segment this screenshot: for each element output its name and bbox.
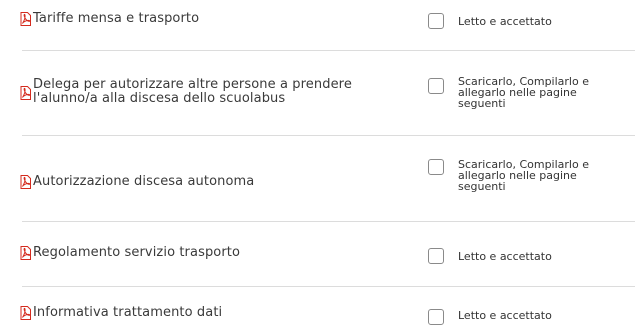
download-checkbox[interactable]: [428, 78, 444, 94]
document-title: Regolamento servizio trasporto: [33, 245, 241, 260]
divider: [22, 135, 635, 136]
checkbox-label: Letto e accettato: [458, 250, 552, 263]
document-title: Autorizzazione discesa autonoma: [33, 174, 255, 189]
document-link-autorizzazione[interactable]: Autorizzazione discesa autonoma: [20, 175, 254, 189]
document-title: Delega per autorizzare altre persone a p…: [33, 77, 352, 106]
download-checkbox[interactable]: [428, 159, 444, 175]
document-link-tariffe[interactable]: Tariffe mensa e trasporto: [20, 12, 199, 26]
pdf-icon: [20, 306, 31, 320]
checkbox-label: Scaricarlo, Compilarlo e allegarlo nelle…: [458, 75, 589, 110]
document-link-informativa[interactable]: Informativa trattamento dati: [20, 306, 222, 320]
download-control: Scaricarlo, Compilarlo e allegarlo nelle…: [428, 159, 606, 192]
acceptance-control: Letto e accettato: [428, 248, 552, 264]
divider: [22, 50, 635, 51]
pdf-icon: [20, 12, 31, 26]
document-link-delega[interactable]: Delega per autorizzare altre persone a p…: [20, 78, 410, 106]
divider: [22, 221, 635, 222]
accept-checkbox[interactable]: [428, 13, 444, 29]
checkbox-label: Letto e accettato: [458, 309, 552, 322]
document-title: Informativa trattamento dati: [33, 305, 223, 320]
divider: [22, 286, 635, 287]
pdf-icon: [20, 175, 31, 189]
checkbox-label: Letto e accettato: [458, 15, 552, 28]
download-control: Scaricarlo, Compilarlo e allegarlo nelle…: [428, 76, 606, 109]
document-link-regolamento[interactable]: Regolamento servizio trasporto: [20, 246, 240, 260]
accept-checkbox[interactable]: [428, 248, 444, 264]
pdf-icon: [20, 86, 31, 100]
document-title: Tariffe mensa e trasporto: [33, 11, 200, 26]
acceptance-control: Letto e accettato: [428, 13, 552, 29]
pdf-icon: [20, 246, 31, 260]
checkbox-label: Scaricarlo, Compilarlo e allegarlo nelle…: [458, 158, 589, 193]
